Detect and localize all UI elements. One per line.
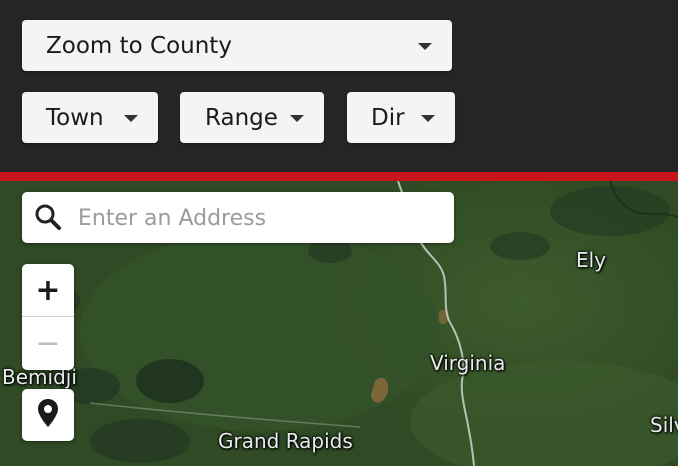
accent-divider [0, 172, 678, 181]
map-label-silver: Silv [650, 413, 678, 437]
dir-select-label: Dir [371, 104, 405, 131]
town-select[interactable]: Town [22, 92, 158, 143]
dir-select[interactable]: Dir [347, 92, 455, 143]
address-search-box[interactable] [22, 192, 454, 243]
county-select-label: Zoom to County [46, 32, 232, 59]
chevron-down-icon [290, 115, 304, 122]
zoom-control: + − [22, 264, 74, 370]
county-select[interactable]: Zoom to County [22, 20, 452, 71]
zoom-out-button[interactable]: − [22, 317, 74, 369]
map-label-ely: Ely [576, 248, 607, 272]
chevron-down-icon [421, 115, 435, 122]
chevron-down-icon [124, 115, 138, 122]
map-label-virginia: Virginia [430, 351, 506, 375]
zoom-in-button[interactable]: + [22, 264, 74, 317]
map-marker-icon [37, 398, 59, 432]
locate-button[interactable] [22, 389, 74, 441]
map-label-grand-rapids: Grand Rapids [218, 429, 353, 453]
address-search-input[interactable] [76, 200, 440, 236]
range-select-label: Range [205, 104, 278, 131]
range-select[interactable]: Range [180, 92, 324, 143]
town-select-label: Town [46, 104, 104, 131]
search-icon [34, 203, 62, 235]
chevron-down-icon [418, 43, 432, 50]
